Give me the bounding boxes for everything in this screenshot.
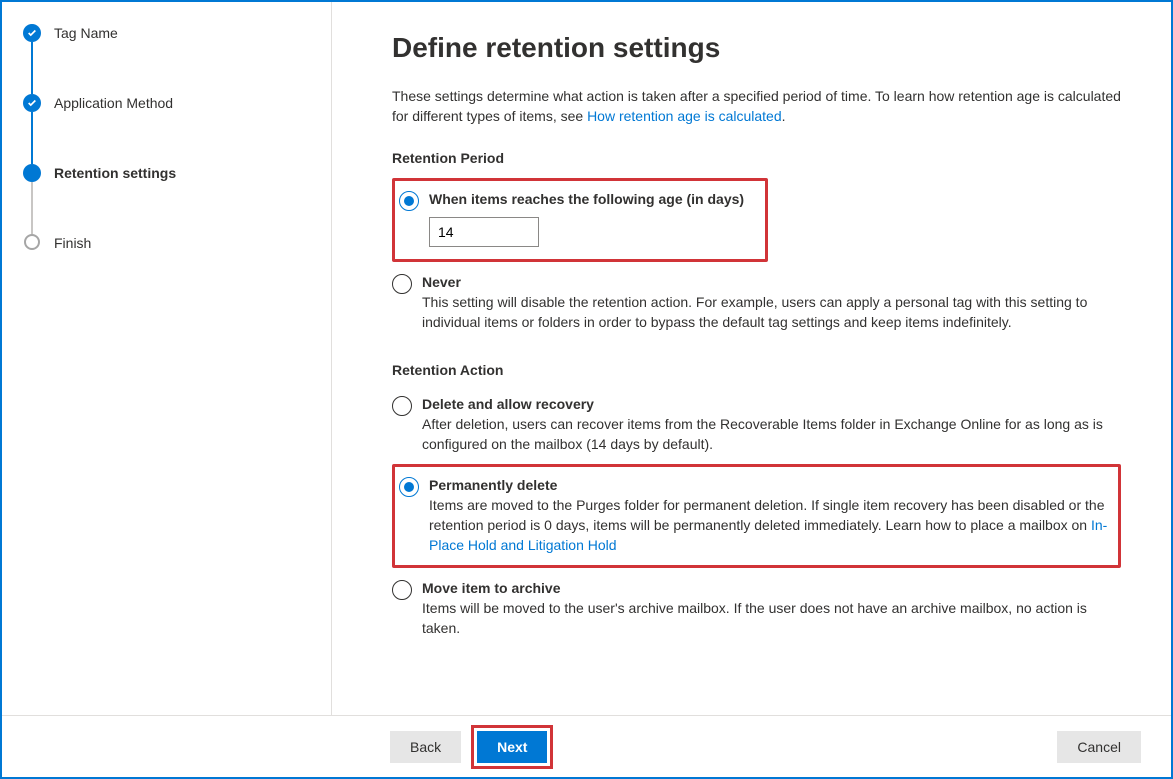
retention-action-group: Delete and allow recovery After deletion…: [392, 390, 1121, 642]
option-never[interactable]: Never This setting will disable the rete…: [392, 268, 1121, 336]
step-tag-name[interactable]: Tag Name: [22, 24, 311, 94]
page-description: These settings determine what action is …: [392, 86, 1121, 126]
check-icon: [23, 24, 41, 42]
step-application-method[interactable]: Application Method: [22, 94, 311, 164]
current-step-icon: [23, 164, 41, 182]
retention-period-title: Retention Period: [392, 150, 1121, 166]
main-content: Define retention settings These settings…: [332, 2, 1171, 715]
step-label: Finish: [54, 234, 91, 251]
check-icon: [23, 94, 41, 112]
retention-action-title: Retention Action: [392, 362, 1121, 378]
radio-archive[interactable]: [392, 580, 412, 600]
cancel-button[interactable]: Cancel: [1057, 731, 1141, 763]
option-delete-recover-label: Delete and allow recovery: [422, 396, 1121, 412]
body-area: Tag Name Application Method Retention se…: [2, 2, 1171, 715]
age-days-input[interactable]: [429, 217, 539, 247]
step-connector: [31, 182, 33, 234]
wizard-sidebar: Tag Name Application Method Retention se…: [2, 2, 332, 715]
radio-perm-delete[interactable]: [399, 477, 419, 497]
step-connector: [31, 112, 33, 164]
back-button[interactable]: Back: [390, 731, 461, 763]
retention-period-group: When items reaches the following age (in…: [392, 178, 1121, 336]
radio-age[interactable]: [399, 191, 419, 211]
step-label: Retention settings: [54, 164, 176, 181]
highlight-next: Next: [471, 725, 553, 769]
option-move-to-archive[interactable]: Move item to archive Items will be moved…: [392, 574, 1121, 642]
perm-delete-desc-text: Items are moved to the Purges folder for…: [429, 497, 1104, 533]
option-perm-delete-desc: Items are moved to the Purges folder for…: [429, 495, 1112, 555]
option-never-label: Never: [422, 274, 1121, 290]
radio-never[interactable]: [392, 274, 412, 294]
step-retention-settings[interactable]: Retention settings: [22, 164, 311, 234]
step-connector: [31, 42, 33, 94]
option-age[interactable]: When items reaches the following age (in…: [399, 185, 761, 251]
highlight-permanently-delete: Permanently delete Items are moved to th…: [392, 464, 1121, 568]
option-delete-allow-recovery[interactable]: Delete and allow recovery After deletion…: [392, 390, 1121, 458]
option-archive-label: Move item to archive: [422, 580, 1121, 596]
highlight-retention-age: When items reaches the following age (in…: [392, 178, 768, 262]
option-age-label: When items reaches the following age (in…: [429, 191, 761, 207]
option-permanently-delete[interactable]: Permanently delete Items are moved to th…: [399, 471, 1112, 559]
desc-suffix: .: [782, 108, 786, 124]
wizard-footer: Back Next Cancel: [2, 715, 1171, 777]
option-archive-desc: Items will be moved to the user's archiv…: [422, 598, 1121, 638]
step-label: Tag Name: [54, 24, 118, 41]
wizard-dialog: Tag Name Application Method Retention se…: [0, 0, 1173, 779]
pending-step-icon: [24, 234, 40, 250]
radio-delete-recover[interactable]: [392, 396, 412, 416]
option-delete-recover-desc: After deletion, users can recover items …: [422, 414, 1121, 454]
option-perm-delete-label: Permanently delete: [429, 477, 1112, 493]
step-label: Application Method: [54, 94, 173, 111]
option-never-desc: This setting will disable the retention …: [422, 292, 1121, 332]
page-title: Define retention settings: [392, 32, 1121, 64]
step-finish[interactable]: Finish: [22, 234, 311, 251]
how-retention-calculated-link[interactable]: How retention age is calculated: [587, 108, 782, 124]
next-button[interactable]: Next: [477, 731, 547, 763]
